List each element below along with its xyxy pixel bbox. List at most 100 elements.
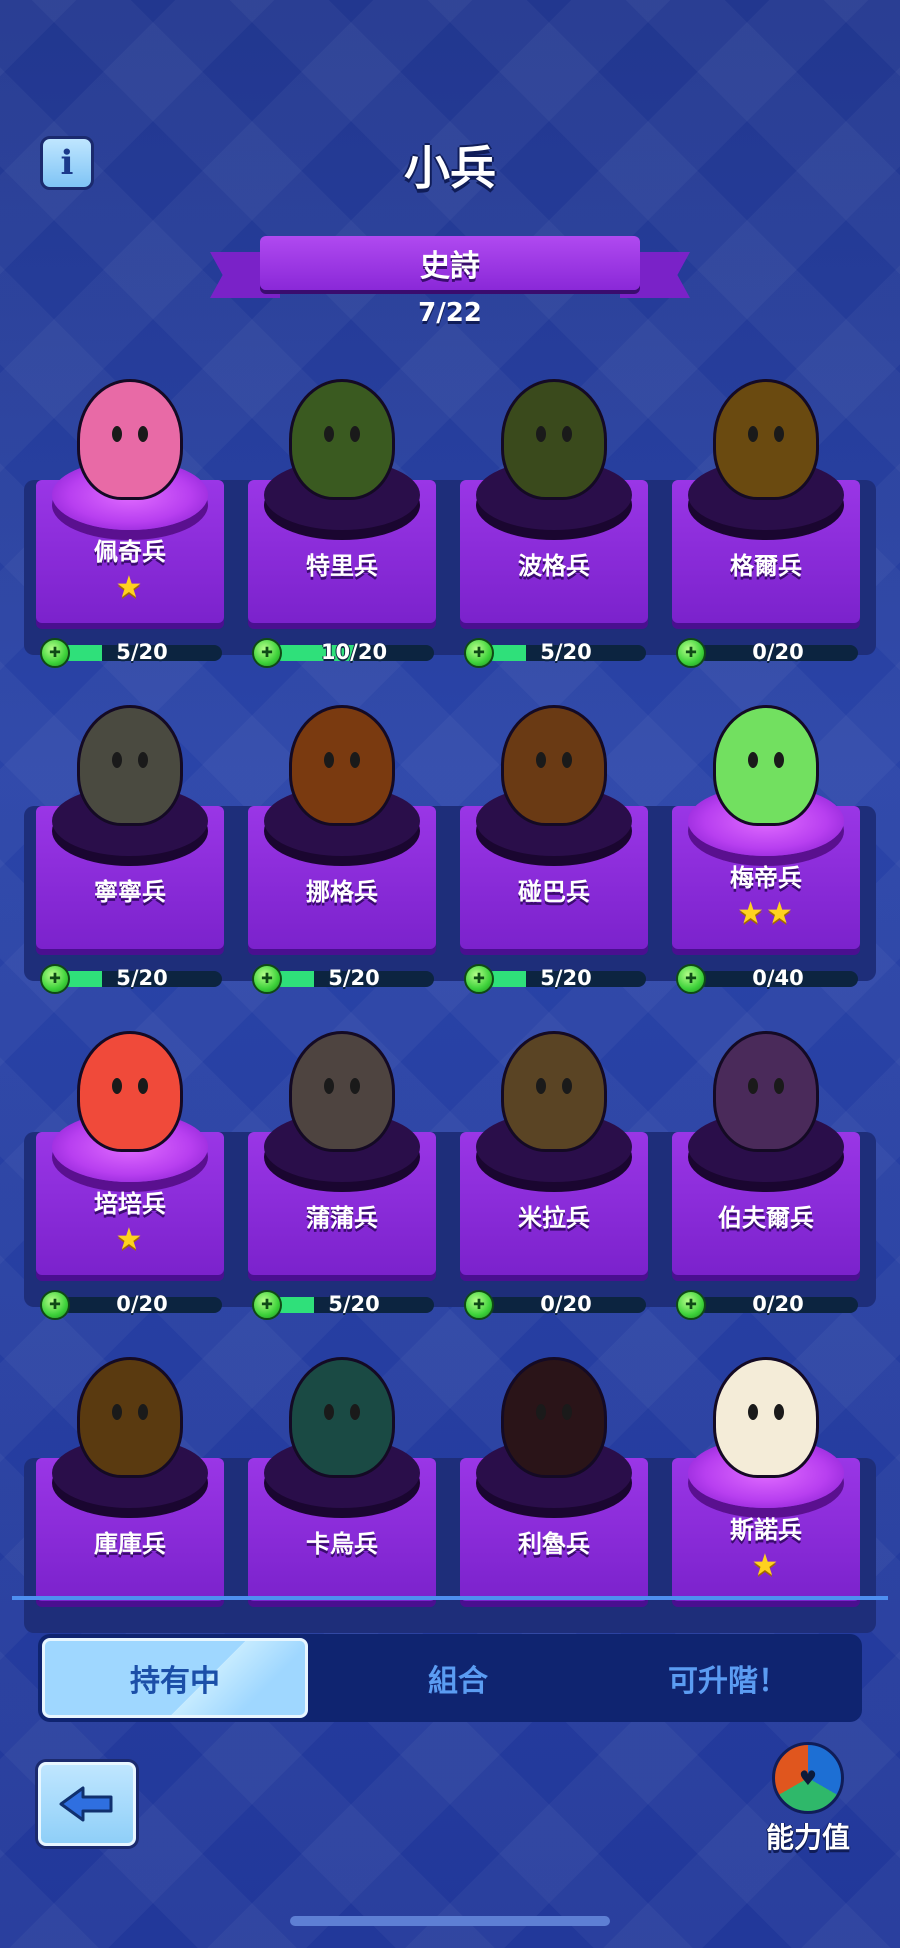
collection-counter: 7/22 <box>418 298 482 328</box>
minion-card[interactable]: 庫庫兵 <box>24 1338 224 1638</box>
eye <box>112 1078 122 1094</box>
home-indicator[interactable] <box>290 1916 610 1926</box>
minion-row: 佩奇兵 ★ ✚ 5/20 特里兵 ✚ 10/20 波格兵 ✚ 5/20 格爾兵 ✚ 0/20 <box>24 360 876 686</box>
eye <box>138 1078 148 1094</box>
minion-portrait <box>282 1338 402 1478</box>
minion-card[interactable]: 伯夫爾兵 ✚ 0/20 <box>660 1012 860 1320</box>
minion-figure <box>501 705 607 826</box>
eye <box>324 1078 334 1094</box>
minion-name: 米拉兵 <box>518 1204 590 1232</box>
progress-bar: ✚ 5/20 <box>40 964 222 994</box>
progress-bar: ✚ 0/40 <box>676 964 858 994</box>
minion-figure <box>501 1357 607 1478</box>
minion-name: 利魯兵 <box>518 1530 590 1558</box>
minion-figure <box>289 1031 395 1152</box>
tab-owned[interactable]: 持有中 <box>42 1638 308 1718</box>
eye <box>562 1078 572 1094</box>
minion-portrait <box>282 360 402 500</box>
eye <box>112 426 122 442</box>
minion-portrait <box>494 686 614 826</box>
minion-card[interactable]: 格爾兵 ✚ 0/20 <box>660 360 860 668</box>
progress-bar: ✚ 10/20 <box>252 638 434 668</box>
minion-portrait <box>70 1338 190 1478</box>
minion-figure <box>77 379 183 500</box>
star-rating: ★ <box>751 1548 781 1583</box>
minion-card[interactable]: 挪格兵 ✚ 5/20 <box>236 686 436 994</box>
stats-label: 能力值 <box>765 1821 850 1854</box>
eye <box>138 752 148 768</box>
tab-combo[interactable]: 組合 <box>338 1634 578 1722</box>
eye <box>748 1078 758 1094</box>
progress-text: 5/20 <box>540 966 592 990</box>
eye <box>138 1404 148 1420</box>
back-button[interactable] <box>38 1762 136 1846</box>
eye <box>774 752 784 768</box>
minion-name: 特里兵 <box>306 552 378 580</box>
progress-text: 5/20 <box>116 640 168 664</box>
minion-figure <box>289 705 395 826</box>
eye <box>536 426 546 442</box>
progress-text: 5/20 <box>116 966 168 990</box>
eye <box>562 1404 572 1420</box>
eye <box>536 1404 546 1420</box>
progress-text: 0/20 <box>116 1292 168 1316</box>
tab-upgradable[interactable]: 可升階！ <box>598 1634 858 1722</box>
eye <box>350 426 360 442</box>
eye <box>324 1404 334 1420</box>
progress-bar: ✚ 5/20 <box>464 638 646 668</box>
eye <box>562 752 572 768</box>
minion-figure <box>713 379 819 500</box>
minion-card[interactable]: 斯諾兵 ★ <box>660 1338 860 1638</box>
minion-name: 寧寧兵 <box>94 878 166 906</box>
minion-card[interactable]: 梅帝兵 ★★ ✚ 0/40 <box>660 686 860 994</box>
minion-portrait <box>282 1012 402 1152</box>
progress-bar: ✚ 0/20 <box>464 1290 646 1320</box>
progress-text: 5/20 <box>328 966 380 990</box>
minion-name: 挪格兵 <box>306 878 378 906</box>
eye <box>774 426 784 442</box>
eye <box>324 752 334 768</box>
minion-card[interactable]: 特里兵 ✚ 10/20 <box>236 360 436 668</box>
minion-card[interactable]: 波格兵 ✚ 5/20 <box>448 360 648 668</box>
eye <box>774 1078 784 1094</box>
star-rating: ★★ <box>737 896 795 931</box>
minion-card[interactable]: 培培兵 ★ ✚ 0/20 <box>24 1012 224 1320</box>
minion-name: 卡烏兵 <box>306 1530 378 1558</box>
minion-portrait <box>706 1012 826 1152</box>
minion-portrait <box>282 686 402 826</box>
minion-card[interactable]: 佩奇兵 ★ ✚ 5/20 <box>24 360 224 668</box>
minion-card[interactable]: 米拉兵 ✚ 0/20 <box>448 1012 648 1320</box>
minion-card[interactable]: 寧寧兵 ✚ 5/20 <box>24 686 224 994</box>
minion-name: 格爾兵 <box>730 552 802 580</box>
minion-row: 培培兵 ★ ✚ 0/20 蒲蒲兵 ✚ 5/20 米拉兵 ✚ 0/20 伯夫爾兵 ✚ 0/20 <box>24 1012 876 1338</box>
minion-card[interactable]: 碰巴兵 ✚ 5/20 <box>448 686 648 994</box>
eye <box>350 1404 360 1420</box>
minion-figure <box>77 1031 183 1152</box>
minion-figure <box>501 379 607 500</box>
progress-bar: ✚ 5/20 <box>252 1290 434 1320</box>
minion-grid: 佩奇兵 ★ ✚ 5/20 特里兵 ✚ 10/20 波格兵 ✚ 5/20 格爾兵 ✚ 0/20 寧寧兵 ✚ 5/… <box>24 360 876 1664</box>
progress-text: 10/20 <box>320 640 388 664</box>
stats-button[interactable]: ♥ 能力值 <box>760 1742 856 1862</box>
minion-figure <box>713 1357 819 1478</box>
star-rating: ★ <box>115 1222 145 1257</box>
minion-card[interactable]: 蒲蒲兵 ✚ 5/20 <box>236 1012 436 1320</box>
progress-text: 5/20 <box>540 640 592 664</box>
minion-card[interactable]: 卡烏兵 <box>236 1338 436 1638</box>
minion-row: 庫庫兵 卡烏兵 利魯兵 斯諾兵 ★ <box>24 1338 876 1664</box>
progress-text: 0/20 <box>752 1292 804 1316</box>
eye <box>112 1404 122 1420</box>
eye <box>748 1404 758 1420</box>
minion-figure <box>77 1357 183 1478</box>
minion-portrait <box>706 1338 826 1478</box>
eye <box>324 426 334 442</box>
minion-name: 庫庫兵 <box>94 1530 166 1558</box>
eye <box>748 752 758 768</box>
page-title: 小兵 <box>404 141 496 195</box>
progress-text: 0/20 <box>752 640 804 664</box>
minion-name: 佩奇兵 <box>94 538 166 566</box>
minion-portrait <box>494 1338 614 1478</box>
minion-card[interactable]: 利魯兵 <box>448 1338 648 1638</box>
eye <box>112 752 122 768</box>
star-rating: ★ <box>115 570 145 605</box>
